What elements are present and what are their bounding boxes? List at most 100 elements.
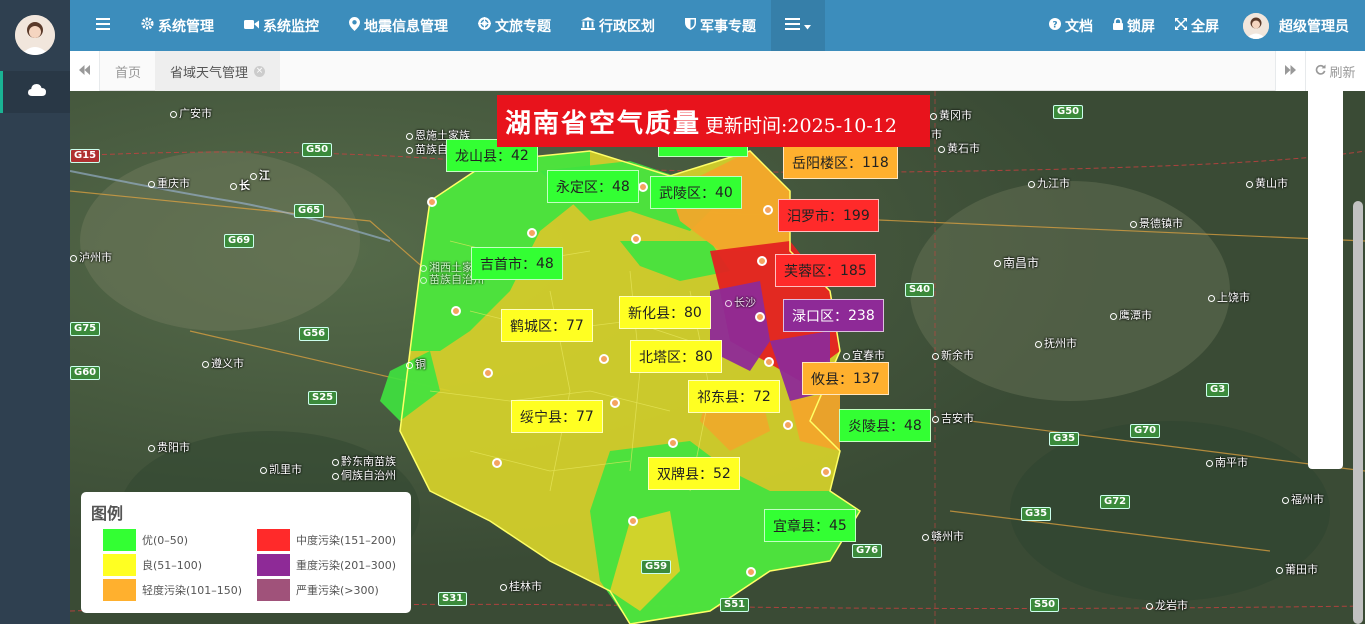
map-view[interactable]: 广安市 恩施土家族 苗族自治州 重庆市 泸州市 遵义市 贵阳市 凯里市 黔东南苗… (70, 91, 1365, 624)
station-marker[interactable] (527, 228, 537, 238)
fullscreen-button[interactable]: 全屏 (1165, 0, 1229, 51)
nav-more-dropdown[interactable] (771, 0, 825, 51)
lock-label: 锁屏 (1127, 18, 1155, 35)
station-marker[interactable] (451, 306, 461, 316)
city-label: 泸州市 (70, 249, 112, 265)
nav-system[interactable]: 系统管理 (126, 0, 229, 51)
road-sign: G3 (1206, 383, 1230, 397)
road-sign: G50 (1053, 105, 1084, 119)
station-marker[interactable] (764, 357, 774, 367)
tab-home-label: 首页 (115, 65, 142, 81)
bank-icon (581, 17, 595, 34)
station-label-suining[interactable]: 绥宁县： 77 (511, 400, 603, 433)
station-marker[interactable] (483, 368, 493, 378)
city-label: 黄山市 (1246, 175, 1288, 191)
tab-home[interactable]: 首页 (101, 51, 157, 91)
road-sign: S51 (720, 598, 750, 612)
station-label-furong[interactable]: 芙蓉区： 185 (775, 254, 876, 287)
station-marker[interactable] (631, 234, 641, 244)
station-marker[interactable] (427, 197, 437, 207)
sidebar-avatar[interactable] (15, 15, 55, 55)
station-marker[interactable] (628, 516, 638, 526)
nav-geo[interactable]: 地震信息管理 (334, 0, 463, 51)
nav-monitor[interactable]: 系统监控 (229, 0, 334, 51)
road-sign: G70 (1130, 424, 1161, 438)
river-label: 江 (250, 167, 270, 183)
station-label-yongding[interactable]: 永定区： 48 (547, 170, 639, 203)
station-marker[interactable] (638, 182, 648, 192)
station-label-hecheng[interactable]: 鹤城区： 77 (501, 309, 593, 342)
station-marker[interactable] (610, 398, 620, 408)
cloud-icon (27, 83, 46, 101)
life-ring-icon (478, 17, 491, 34)
left-sidebar (0, 0, 70, 624)
station-label-yueyanglou[interactable]: 岳阳楼区： 118 (783, 146, 898, 179)
nav-military[interactable]: 军事专题 (670, 0, 771, 51)
map-legend: 图例 优(0–50) 中度污染(151–200) 良(51–100) 重度污染(… (81, 492, 411, 613)
station-label-jishou[interactable]: 吉首市： 48 (471, 247, 563, 280)
menu-toggle-button[interactable] (86, 0, 120, 51)
lock-screen-button[interactable]: 锁屏 (1103, 0, 1165, 51)
refresh-button[interactable]: 刷新 (1305, 51, 1365, 91)
station-marker[interactable] (783, 420, 793, 430)
station-label-yanling[interactable]: 炎陵县： 48 (839, 409, 931, 442)
city-label: 黄冈市 (930, 107, 972, 123)
city-label: 龙岩市 (1146, 597, 1188, 613)
nav-military-label: 军事专题 (700, 18, 756, 35)
city-label: 景德镇市 (1130, 215, 1183, 231)
expand-icon (1175, 17, 1187, 34)
user-name: 超级管理员 (1279, 18, 1349, 35)
nav-system-label: 系统管理 (158, 18, 214, 35)
city-label: 新余市 (932, 347, 974, 363)
nav-admin-label: 行政区划 (599, 18, 655, 35)
tabs-scroll-left-button[interactable] (70, 51, 100, 91)
station-label-lukou[interactable]: 渌口区： 238 (783, 299, 884, 332)
user-avatar (1243, 12, 1269, 39)
station-label-youxian[interactable]: 攸县： 137 (802, 362, 889, 395)
road-sign: G50 (302, 143, 333, 157)
map-title-banner: 湖南省空气质量 更新时间:2025-10-12 (497, 95, 930, 147)
station-marker[interactable] (492, 458, 502, 468)
station-marker[interactable] (668, 438, 678, 448)
docs-link[interactable]: ? 文档 (1039, 0, 1103, 51)
tab-weather-management[interactable]: 省域天气管理 × (156, 51, 281, 91)
forward-icon (1285, 64, 1296, 79)
hamburger-icon (96, 17, 110, 34)
legend-item: 优(0–50) (103, 529, 257, 551)
user-menu[interactable]: 超级管理员 (1229, 0, 1365, 51)
station-label-wuling[interactable]: 武陵区： 40 (650, 176, 742, 209)
tabs-scroll-right-button[interactable] (1275, 51, 1305, 91)
city-label: 广安市 (170, 105, 212, 121)
nav-admin[interactable]: 行政区划 (566, 0, 670, 51)
question-circle-icon: ? (1049, 17, 1061, 34)
road-sign: S40 (905, 283, 935, 297)
scrollbar[interactable] (1353, 201, 1363, 624)
station-marker[interactable] (757, 256, 767, 266)
station-label-yizhang[interactable]: 宜章县： 45 (764, 509, 856, 542)
legend-item: 严重污染(>300) (257, 579, 411, 601)
nav-tourism[interactable]: 文旅专题 (463, 0, 566, 51)
station-label-beita[interactable]: 北塔区： 80 (630, 340, 722, 373)
station-marker[interactable] (821, 467, 831, 477)
city-label: 侗族自治州 (332, 467, 396, 483)
road-sign: G69 (224, 234, 255, 248)
city-label: 南平市 (1206, 454, 1248, 470)
legend-swatch (257, 554, 290, 576)
legend-swatch (257, 579, 290, 601)
station-label-miluo[interactable]: 汨罗市： 199 (778, 199, 879, 232)
docs-label: 文档 (1065, 18, 1093, 35)
tabs-bar: 首页 省域天气管理 × 刷新 (70, 51, 1365, 91)
sidebar-item-weather[interactable] (0, 71, 70, 113)
station-label-shuangpai[interactable]: 双牌县： 52 (648, 457, 740, 490)
legend-title: 图例 (91, 504, 124, 523)
station-marker[interactable] (763, 205, 773, 215)
station-marker[interactable] (755, 312, 765, 322)
station-marker[interactable] (599, 354, 609, 364)
legend-swatch (103, 554, 136, 576)
close-icon[interactable]: × (254, 65, 266, 77)
station-label-qidong[interactable]: 祁东县： 72 (688, 380, 780, 413)
road-sign: G60 (70, 366, 101, 380)
station-label-xinhua[interactable]: 新化县： 80 (619, 296, 711, 329)
station-marker[interactable] (746, 567, 756, 577)
city-label: 南昌市 (994, 254, 1039, 271)
